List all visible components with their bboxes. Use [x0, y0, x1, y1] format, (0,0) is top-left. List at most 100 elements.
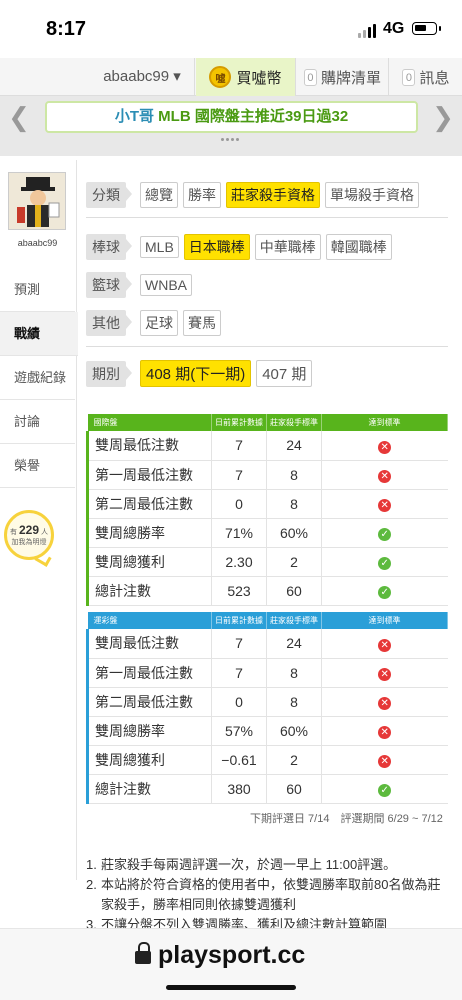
row-standard: 8	[266, 658, 322, 688]
row-current: 380	[211, 774, 267, 804]
col-standard: 莊家殺手標準	[266, 414, 322, 431]
table-row: 雙周總獲利 2.30 2 ✓	[86, 547, 448, 577]
category-single-killer[interactable]: 單場殺手資格	[325, 182, 419, 208]
cart-button[interactable]: 0 購牌清單	[297, 58, 389, 96]
chevron-left-icon[interactable]: ❮	[4, 102, 34, 133]
clock: 8:17	[46, 18, 87, 40]
fail-icon: ✕	[378, 755, 392, 768]
coin-icon: 噓	[209, 66, 232, 88]
table-row: 雙周最低注數 7 24 ✕	[86, 629, 448, 659]
lock-icon	[135, 942, 151, 964]
fail-icon: ✕	[378, 668, 392, 681]
period-label: 期別	[86, 360, 132, 387]
check-icon: ✓	[378, 586, 392, 599]
rule-text: 本站將於符合資格的使用者中，依雙週勝率取前80名做為莊家殺手，勝率相同則依據雙週…	[101, 877, 441, 912]
banner-link[interactable]: 小T哥 MLB 國際盤主推近39日過32	[45, 101, 418, 133]
league-npb[interactable]: 日本職棒	[183, 234, 250, 260]
row-standard: 24	[266, 431, 322, 461]
home-indicator[interactable]	[166, 985, 296, 990]
row-label: 第一周最低注數	[86, 460, 212, 490]
fail-icon: ✕	[378, 470, 392, 483]
sport-horse-racing[interactable]: 賽馬	[183, 310, 221, 336]
period-407[interactable]: 407 期	[256, 360, 313, 387]
battery-icon	[412, 22, 441, 35]
fail-icon: ✕	[378, 440, 392, 454]
signal-icon	[358, 24, 376, 38]
league-kbo[interactable]: 韓國職棒	[325, 234, 392, 260]
sidebar-item-honor[interactable]: 榮譽	[0, 444, 75, 488]
fail-icon: ✕	[378, 499, 392, 512]
list-item: 2. 本站將於符合資格的使用者中，依雙週勝率取前80名做為莊家殺手，勝率相同則依據…	[86, 877, 441, 912]
avatar[interactable]	[8, 172, 66, 230]
divider	[86, 217, 448, 218]
fail-icon: ✕	[378, 726, 392, 739]
row-standard: 60	[266, 576, 322, 606]
col-met: 達到標準	[321, 612, 448, 629]
col-met: 達到標準	[321, 414, 448, 431]
sidebar-item-record[interactable]: 戰績	[0, 312, 78, 356]
table-header: 國際盤 日前累計數據 莊家殺手標準 達到標準	[87, 414, 448, 431]
row-current: 7	[211, 658, 267, 688]
banner-text: MLB 國際盤主推近39日過32	[158, 108, 349, 125]
lottery-qualification-table: 運彩盤 日前累計數據 莊家殺手標準 達到標準 雙周最低注數 7 24 ✕ 第一周最低注…	[86, 612, 448, 804]
sidebar-item-discuss[interactable]: 討論	[0, 400, 75, 444]
chevron-right-icon[interactable]: ❯	[428, 102, 458, 133]
likes-text: 加我為明燈	[11, 539, 47, 546]
sidebar-divider	[76, 160, 77, 880]
url-text: playsport.cc	[158, 941, 306, 969]
table-title: 運彩盤	[87, 612, 212, 629]
promo-banner: ❮ 小T哥 MLB 國際盤主推近39日過32 ❯	[0, 96, 462, 156]
other-label: 其他	[86, 310, 132, 336]
row-current: 7	[211, 460, 267, 490]
list-item: 1. 莊家殺手每兩週評選一次，於週一早上 11:00評選。	[86, 857, 397, 872]
row-label: 第二周最低注數	[86, 489, 212, 519]
rules-list: 1. 莊家殺手每兩週評選一次，於週一早上 11:00評選。 2. 本站將於符合資格的…	[86, 855, 448, 935]
basketball-label: 籃球	[86, 272, 132, 298]
buy-coins-button[interactable]: 噓 買噓幣	[196, 58, 296, 96]
category-label: 分類	[86, 182, 132, 208]
sport-soccer[interactable]: 足球	[140, 310, 178, 336]
row-standard: 8	[266, 489, 322, 519]
rule-text: 莊家殺手每兩週評選一次，於週一早上 11:00評選。	[101, 857, 397, 872]
col-current: 日前累計數據	[211, 414, 267, 431]
row-current: 0	[211, 687, 267, 717]
cart-label: 購牌清單	[320, 69, 381, 87]
check-icon: ✓	[378, 784, 392, 797]
row-standard: 8	[266, 460, 322, 490]
league-mlb[interactable]: MLB	[140, 236, 179, 258]
fail-icon: ✕	[378, 697, 392, 710]
fail-icon: ✕	[378, 638, 392, 652]
baseball-filter: 棒球 MLB 日本職棒 中華職棒 韓國職棒	[86, 234, 392, 260]
row-current: 71%	[211, 518, 267, 548]
category-winrate[interactable]: 勝率	[183, 182, 221, 208]
row-standard: 60%	[266, 518, 322, 548]
sidebar-item-game-log[interactable]: 遊戲紀錄	[0, 356, 75, 400]
user-menu[interactable]: abaabc99 ▾	[90, 58, 195, 96]
row-standard: 60%	[266, 716, 322, 746]
period-408[interactable]: 408 期(下一期)	[140, 360, 252, 387]
league-wnba[interactable]: WNBA	[140, 274, 192, 296]
buy-coins-label: 買噓幣	[236, 69, 282, 87]
lightbulb-like-button[interactable]: 有 229 人 加我為明燈	[4, 510, 54, 560]
row-label: 雙周總獲利	[86, 547, 212, 577]
category-overview[interactable]: 總覽	[140, 182, 178, 208]
category-banker-killer[interactable]: 莊家殺手資格	[226, 182, 320, 208]
row-standard: 60	[266, 774, 322, 804]
likes-suffix: 人	[40, 529, 48, 536]
sidebar-item-predict[interactable]: 預測	[0, 268, 75, 312]
table-row: 雙周總勝率 71% 60% ✓	[86, 518, 448, 548]
table-title: 國際盤	[87, 414, 212, 431]
row-current: 523	[211, 576, 267, 606]
row-label: 第一周最低注數	[86, 658, 212, 688]
row-current: 7	[211, 431, 267, 461]
table-header: 運彩盤 日前累計數據 莊家殺手標準 達到標準	[87, 612, 448, 629]
messages-button[interactable]: 0 訊息	[390, 58, 462, 96]
table-row: 雙周最低注數 7 24 ✕	[86, 431, 448, 461]
banner-prefix: 小T哥	[114, 108, 154, 125]
col-current: 日前累計數據	[211, 612, 267, 629]
table-row: 第一周最低注數 7 8 ✕	[86, 460, 448, 490]
row-current: 57%	[211, 716, 267, 746]
league-cpbl[interactable]: 中華職棒	[254, 234, 321, 260]
check-icon: ✓	[378, 557, 392, 570]
row-label: 雙周總勝率	[86, 716, 212, 746]
